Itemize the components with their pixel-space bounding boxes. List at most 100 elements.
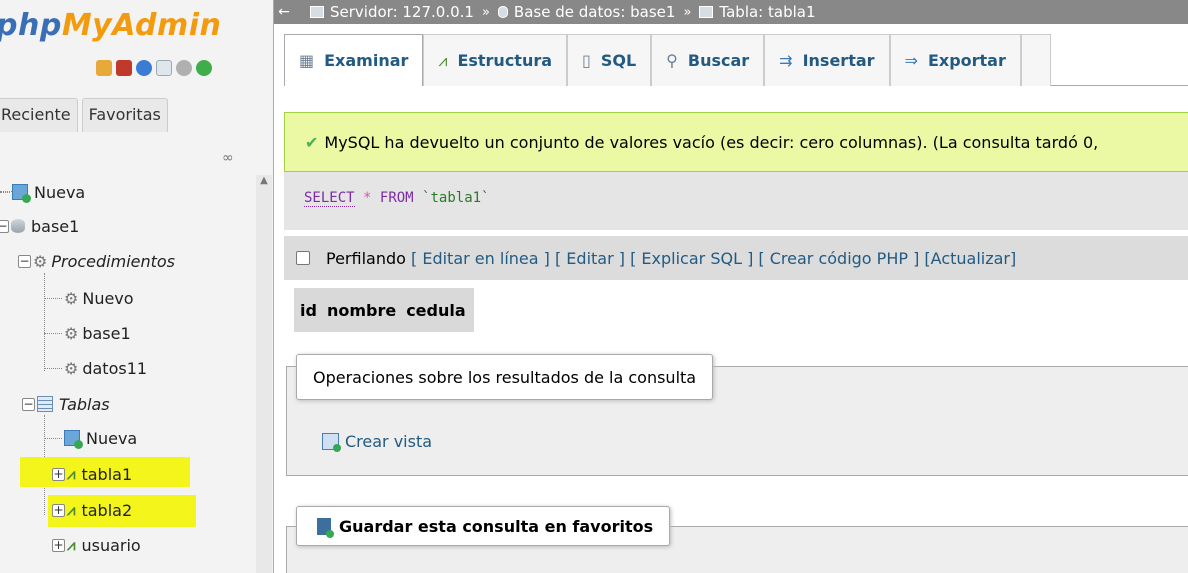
save-favorite-label: Guardar esta consulta en favoritos bbox=[339, 516, 654, 536]
sql-keyword-select[interactable]: SELECT bbox=[304, 190, 355, 207]
tree-item-label: base1 bbox=[31, 216, 80, 236]
tree-item-proc-nuevo[interactable]: ⚙ Nuevo bbox=[64, 283, 134, 313]
logo-myadmin: MyAdmin bbox=[61, 8, 222, 43]
help-icon[interactable] bbox=[136, 60, 152, 76]
tree-item-label: tabla2 bbox=[81, 500, 133, 520]
table-icon bbox=[699, 6, 714, 18]
tree-item-procedimientos[interactable]: − ⚙ Procedimientos bbox=[18, 246, 175, 276]
sql-star: * bbox=[363, 190, 372, 206]
home-icon[interactable] bbox=[96, 60, 112, 76]
table-icon: ⩘ bbox=[67, 536, 76, 554]
quick-icons bbox=[96, 60, 212, 76]
tab-favoritas[interactable]: Favoritas bbox=[81, 98, 168, 132]
tree-item-nueva-root[interactable]: Nueva bbox=[0, 177, 85, 207]
database-icon bbox=[497, 6, 508, 18]
tab-estructura[interactable]: ⩘ Estructura bbox=[423, 34, 568, 86]
breadcrumb-separator: » bbox=[683, 4, 692, 20]
expander-icon[interactable]: − bbox=[22, 397, 35, 411]
tree-item-proc-datos11[interactable]: ⚙ datos11 bbox=[64, 353, 147, 383]
tab-buscar[interactable]: ⚲ Buscar bbox=[651, 34, 765, 86]
tree-item-label: tabla1 bbox=[81, 464, 133, 484]
tree-item-proc-base1[interactable]: ⚙ base1 bbox=[64, 318, 131, 348]
structure-icon: ⩘ bbox=[438, 50, 448, 70]
breadcrumb: ← Servidor: 127.0.0.1 » Base de datos: b… bbox=[274, 0, 1188, 24]
expander-icon[interactable]: + bbox=[52, 538, 65, 552]
tab-more[interactable] bbox=[1020, 34, 1051, 86]
search-icon: ⚲ bbox=[666, 51, 678, 70]
tab-label: Examinar bbox=[324, 51, 409, 70]
reload-icon[interactable] bbox=[196, 60, 212, 76]
expander-icon[interactable]: − bbox=[18, 254, 31, 268]
breadcrumb-server[interactable]: Servidor: 127.0.0.1 bbox=[310, 3, 474, 21]
table-icon: ⩘ bbox=[67, 465, 76, 483]
tree-item-base1[interactable]: − base1 bbox=[0, 211, 79, 241]
sql-table-name: `tabla1` bbox=[422, 190, 490, 206]
database-icon[interactable] bbox=[116, 60, 132, 76]
link-explicar-sql[interactable]: Explicar SQL bbox=[641, 249, 742, 268]
phpmyadmin-logo[interactable]: phpMyAdmin bbox=[0, 8, 221, 43]
settings-icon[interactable] bbox=[176, 60, 192, 76]
tab-exportar[interactable]: ⇒ Exportar bbox=[889, 34, 1021, 86]
expander-icon[interactable]: + bbox=[52, 503, 65, 517]
tree-connector bbox=[44, 273, 45, 371]
breadcrumb-separator: » bbox=[481, 4, 490, 20]
docs-icon[interactable] bbox=[156, 60, 172, 76]
breadcrumb-database[interactable]: Base de datos: base1 bbox=[497, 3, 675, 21]
link-editar[interactable]: Editar bbox=[566, 249, 613, 268]
routine-icon: ⚙ bbox=[64, 288, 79, 308]
breadcrumb-table-label: Tabla: tabla1 bbox=[719, 3, 816, 21]
tree-item-usuario[interactable]: + ⩘ usuario bbox=[52, 530, 141, 560]
server-icon bbox=[310, 6, 324, 18]
expander-icon[interactable]: − bbox=[0, 219, 9, 233]
insert-icon: ⇉ bbox=[779, 51, 793, 70]
collapse-arrow-icon[interactable]: ← bbox=[274, 4, 294, 20]
tree-item-label: Tablas bbox=[59, 394, 110, 414]
create-view-icon bbox=[322, 433, 341, 452]
result-columns-header: id nombre cedula bbox=[294, 288, 474, 332]
tab-label: SQL bbox=[600, 51, 637, 70]
breadcrumb-table[interactable]: Tabla: tabla1 bbox=[699, 3, 816, 21]
profiling-bar: Perfilando [ Editar en línea ] [ Editar … bbox=[284, 236, 1188, 280]
link-editar-en-linea[interactable]: Editar en línea bbox=[422, 249, 538, 268]
crear-vista-link[interactable]: Crear vista bbox=[322, 432, 432, 452]
routine-icon: ⚙ bbox=[64, 358, 79, 378]
column-header-nombre[interactable]: nombre bbox=[321, 288, 400, 332]
database-tree: Nueva − base1 − ⚙ Procedimientos ⚙ Nuevo… bbox=[0, 175, 254, 573]
tree-item-tablas-nueva[interactable]: Nueva bbox=[64, 423, 137, 453]
tree-item-label: Nuevo bbox=[82, 288, 134, 308]
sql-keyword-from: FROM bbox=[379, 190, 414, 206]
tree-item-label: base1 bbox=[82, 323, 131, 343]
tab-examinar[interactable]: ▦ Examinar bbox=[284, 34, 424, 86]
tree-item-label: Nueva bbox=[34, 182, 86, 202]
tab-label: Estructura bbox=[457, 51, 553, 70]
tab-insertar[interactable]: ⇉ Insertar bbox=[764, 34, 890, 86]
main-content: ✔ MySQL ha devuelto un conjunto de valor… bbox=[284, 96, 1188, 573]
new-database-icon bbox=[12, 184, 31, 203]
tab-label: Insertar bbox=[802, 51, 875, 70]
tab-bar: ▦ Examinar ⩘ Estructura ▯ SQL ⚲ Buscar ⇉… bbox=[284, 34, 1188, 86]
operations-legend: Operaciones sobre los resultados de la c… bbox=[296, 354, 714, 400]
link-actualizar[interactable]: Actualizar bbox=[931, 249, 1010, 268]
breadcrumb-server-label: Servidor: 127.0.0.1 bbox=[330, 3, 474, 21]
tree-item-tabla2[interactable]: + ⩘ tabla2 bbox=[52, 495, 132, 525]
tab-reciente[interactable]: Reciente bbox=[0, 98, 78, 132]
tree-item-label: datos11 bbox=[82, 358, 148, 378]
tab-sql[interactable]: ▯ SQL bbox=[567, 34, 652, 86]
success-text: MySQL ha devuelto un conjunto de valores… bbox=[324, 132, 1099, 152]
link-icon[interactable]: ∞ bbox=[222, 150, 234, 166]
profiling-label: Perfilando bbox=[326, 248, 406, 268]
nav-scrollbar[interactable] bbox=[256, 175, 272, 573]
column-header-id[interactable]: id bbox=[294, 288, 321, 332]
scroll-up-icon[interactable]: ▲ bbox=[256, 175, 272, 191]
profiling-checkbox[interactable] bbox=[296, 251, 310, 265]
save-favorite-legend[interactable]: Guardar esta consulta en favoritos bbox=[296, 506, 671, 546]
column-header-cedula[interactable]: cedula bbox=[400, 288, 473, 332]
export-icon: ⇒ bbox=[904, 51, 918, 70]
expander-icon[interactable]: + bbox=[52, 467, 65, 481]
check-icon: ✔ bbox=[305, 132, 319, 152]
success-message: ✔ MySQL ha devuelto un conjunto de valor… bbox=[284, 112, 1188, 172]
tree-item-tablas[interactable]: − Tablas bbox=[22, 389, 110, 419]
tree-item-tabla1[interactable]: + ⩘ tabla1 bbox=[52, 459, 132, 489]
link-crear-codigo-php[interactable]: Crear código PHP bbox=[770, 249, 908, 268]
tab-label: Buscar bbox=[687, 51, 750, 70]
